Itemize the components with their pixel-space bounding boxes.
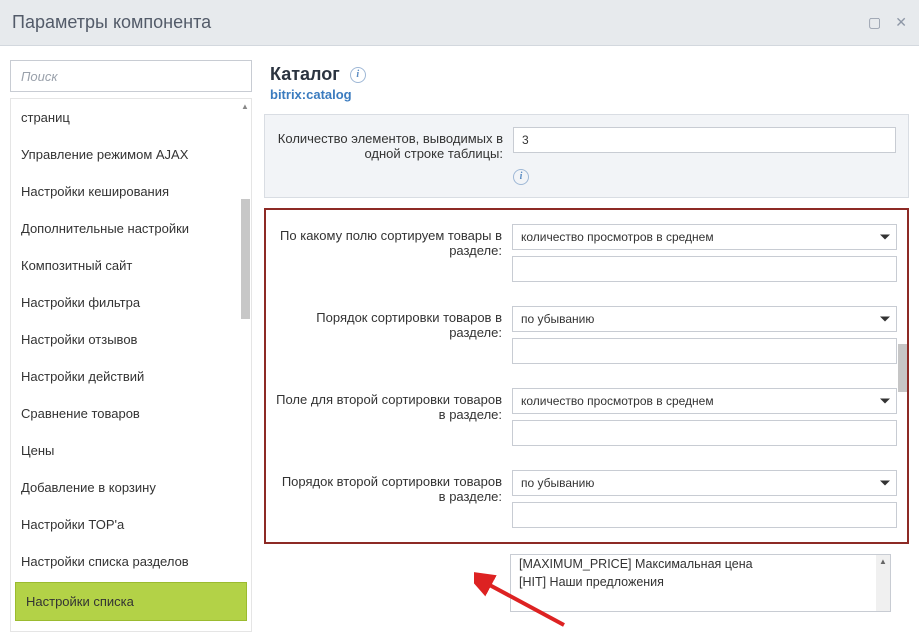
main-panel: Каталог i bitrix:catalog Количество элем… [264, 60, 909, 632]
sidebar-item[interactable]: Сравнение товаров [11, 395, 251, 432]
info-icon[interactable]: i [513, 169, 529, 185]
window-title: Параметры компонента [12, 12, 868, 33]
sort1-order-extra[interactable] [512, 338, 897, 364]
property-listbox[interactable]: [MAXIMUM_PRICE] Максимальная цена [HIT] … [510, 554, 891, 612]
main-scrollbar[interactable] [895, 114, 909, 632]
sort1-order-label: Порядок сортировки товаров в разделе: [276, 306, 502, 340]
select-value: по убыванию [521, 312, 594, 326]
sidebar-item[interactable]: Настройки ТОР'а [11, 506, 251, 543]
sidebar-item[interactable]: Цены [11, 432, 251, 469]
list-item[interactable]: [HIT] Наши предложения [511, 573, 890, 591]
sidebar-item[interactable]: Настройки списка разделов [11, 543, 251, 580]
maximize-icon[interactable]: ▢ [868, 14, 881, 31]
sidebar-item-label: Настройки кеширования [21, 184, 169, 199]
sidebar-item[interactable]: Дополнительные настройки [11, 210, 251, 247]
list-item[interactable]: [MAXIMUM_PRICE] Максимальная цена [511, 555, 890, 573]
sidebar-scrollbar[interactable]: ▲ [239, 99, 251, 631]
component-title: Каталог [270, 64, 340, 85]
sidebar-item-active[interactable]: Настройки списка [15, 582, 247, 621]
sort2-field-extra[interactable] [512, 420, 897, 446]
sort1-field-extra[interactable] [512, 256, 897, 282]
select-value: количество просмотров в среднем [521, 230, 714, 244]
sidebar-item[interactable]: Настройки действий [11, 358, 251, 395]
chevron-down-icon [880, 316, 890, 321]
sidebar-list[interactable]: страниц Управление режимом AJAX Настройк… [11, 99, 251, 631]
sort2-order-extra[interactable] [512, 502, 897, 528]
sort1-field-select[interactable]: количество просмотров в среднем [512, 224, 897, 250]
sort2-field-label: Поле для второй сортировки товаров в раз… [276, 388, 502, 422]
search-input[interactable] [10, 60, 252, 92]
sidebar-item-label: Настройки списка [26, 594, 134, 609]
close-icon[interactable]: ✕ [895, 14, 907, 31]
sort-highlight-group: По какому полю сортируем товары в раздел… [264, 208, 909, 544]
component-tech-name: bitrix:catalog [270, 87, 903, 102]
sidebar-item-label: страниц [21, 110, 70, 125]
sidebar-item-label: Настройки отзывов [21, 332, 137, 347]
sidebar-item[interactable]: страниц [11, 99, 251, 136]
sidebar-scroll-thumb[interactable] [241, 199, 250, 319]
sidebar-item-label: Настройки списка разделов [21, 554, 189, 569]
select-value: количество просмотров в среднем [521, 394, 714, 408]
chevron-down-icon [880, 398, 890, 403]
sidebar-item[interactable]: Управление режимом AJAX [11, 136, 251, 173]
sort2-order-label: Порядок второй сортировки товаров в разд… [276, 470, 502, 504]
count-input[interactable] [513, 127, 896, 153]
sort1-order-select[interactable]: по убыванию [512, 306, 897, 332]
main-scroll-thumb[interactable] [898, 344, 907, 392]
sidebar-item[interactable]: Добавление в корзину [11, 469, 251, 506]
listbox-scrollbar[interactable]: ▲ [876, 555, 890, 611]
chevron-down-icon [880, 480, 890, 485]
sidebar-item-label: Настройки действий [21, 369, 144, 384]
sort1-field-label: По какому полю сортируем товары в раздел… [276, 224, 502, 258]
sidebar-item[interactable]: Настройки кеширования [11, 173, 251, 210]
sort2-field-select[interactable]: количество просмотров в среднем [512, 388, 897, 414]
sidebar-item[interactable]: Настройки фильтра [11, 284, 251, 321]
titlebar: Параметры компонента ▢ ✕ [0, 0, 919, 46]
scroll-up-icon[interactable]: ▲ [239, 99, 251, 113]
sidebar-item-label: Управление режимом AJAX [21, 147, 188, 162]
sort2-order-select[interactable]: по убыванию [512, 470, 897, 496]
sidebar-item-label: Цены [21, 443, 54, 458]
scroll-up-icon[interactable]: ▲ [876, 555, 890, 569]
count-label: Количество элементов, выводимых в одной … [277, 127, 503, 161]
sidebar-item[interactable]: Композитный сайт [11, 247, 251, 284]
sidebar: страниц Управление режимом AJAX Настройк… [10, 60, 252, 632]
sidebar-item[interactable]: Настройки отзывов [11, 321, 251, 358]
sidebar-item-label: Композитный сайт [21, 258, 132, 273]
sidebar-item-label: Настройки ТОР'а [21, 517, 124, 532]
sidebar-item-label: Сравнение товаров [21, 406, 140, 421]
sidebar-item-label: Дополнительные настройки [21, 221, 189, 236]
info-icon[interactable]: i [350, 67, 366, 83]
sidebar-item-label: Добавление в корзину [21, 480, 156, 495]
component-header: Каталог i bitrix:catalog [264, 60, 909, 114]
sidebar-item-label: Настройки фильтра [21, 295, 140, 310]
count-panel: Количество элементов, выводимых в одной … [264, 114, 909, 198]
select-value: по убыванию [521, 476, 594, 490]
chevron-down-icon [880, 234, 890, 239]
